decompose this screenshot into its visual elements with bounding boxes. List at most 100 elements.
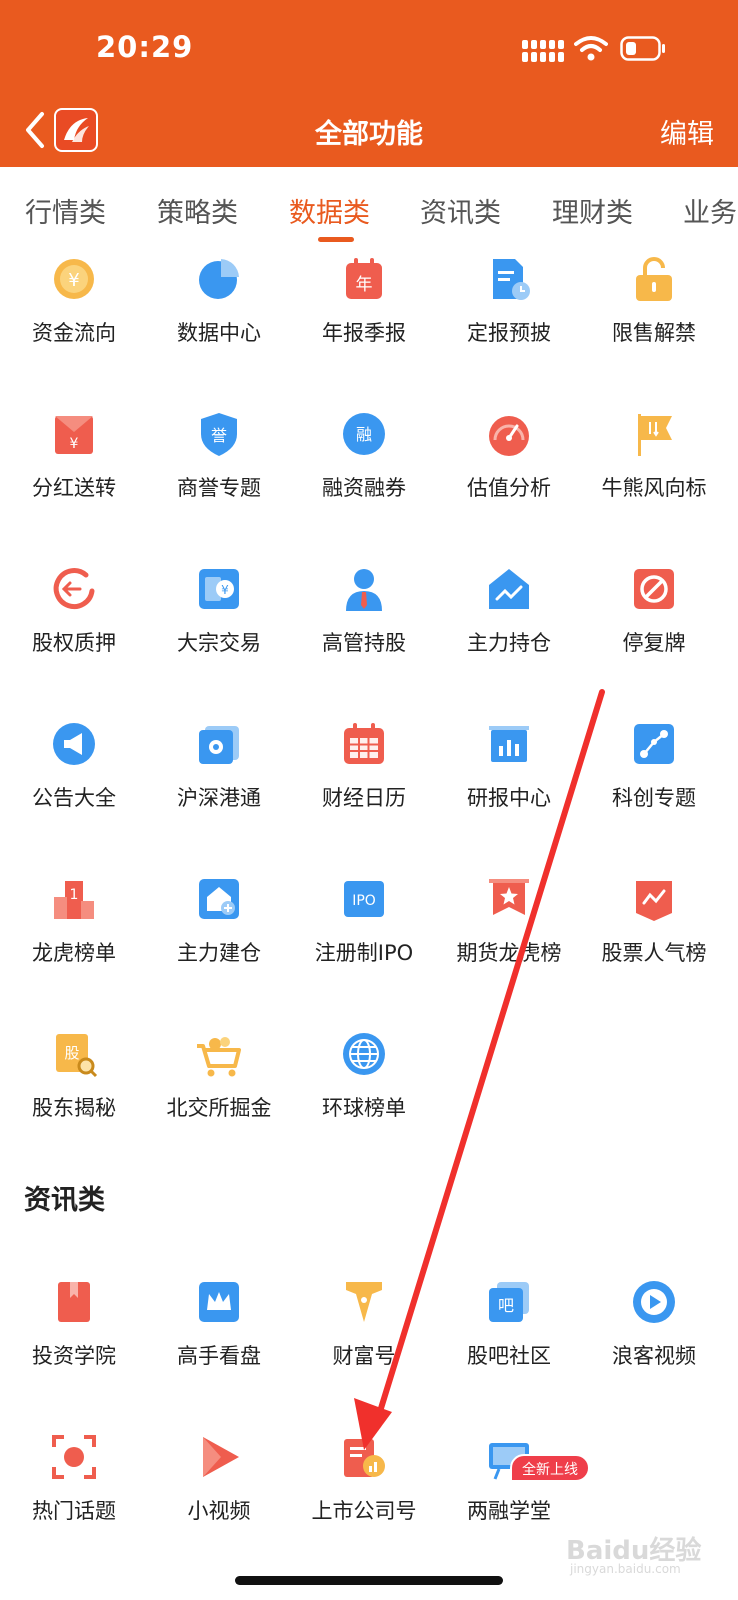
megaphone-icon: [53, 723, 95, 765]
tab-business[interactable]: 业务: [683, 191, 737, 230]
svg-text:IPO: IPO: [352, 893, 376, 909]
grid-item-label: 财富号: [332, 1344, 396, 1368]
category-tabs: 行情类 策略类 数据类 资讯类 理财类 业务: [0, 167, 738, 247]
grid-item-star-market[interactable]: 科创专题: [580, 720, 728, 860]
grid-item-data-center[interactable]: 数据中心: [145, 255, 293, 395]
grid-item-block-trade[interactable]: ¥ 大宗交易: [145, 565, 293, 705]
grid-item-label: 期货龙虎榜: [456, 941, 562, 965]
grid-item-label: 研报中心: [467, 786, 551, 810]
grid-item-financial-calendar[interactable]: 财经日历: [290, 720, 438, 860]
cellular-signal-icon: [522, 40, 564, 62]
grid-item-executive-holdings[interactable]: 高管持股: [290, 565, 438, 705]
tab-market[interactable]: 行情类: [25, 191, 106, 230]
grid-item-stock-connect[interactable]: 沪深港通: [145, 720, 293, 860]
grid-item-label: 两融学堂: [467, 1499, 551, 1523]
grid-item-label: 上市公司号: [311, 1499, 417, 1523]
grid-item-short-video[interactable]: 小视频: [145, 1433, 293, 1573]
grid-item-label: 融资融券: [322, 476, 406, 500]
tab-news[interactable]: 资讯类: [420, 191, 501, 230]
grid-item-shareholders[interactable]: 股 股东揭秘: [0, 1030, 148, 1170]
grid-item-label: 龙虎榜单: [32, 941, 116, 965]
grid-item-main-holdings[interactable]: 主力持仓: [435, 565, 583, 705]
grid-item-wealth-account[interactable]: 财富号: [290, 1278, 438, 1418]
play-circle-icon: [633, 1281, 675, 1323]
grid-item-stock-forum[interactable]: 吧 股吧社区: [435, 1278, 583, 1418]
home-indicator[interactable]: [235, 1576, 503, 1585]
grid-item-bull-bear[interactable]: 牛熊风向标: [580, 410, 728, 550]
ipo-icon: IPO: [344, 881, 384, 917]
grid-item-dividend[interactable]: ¥ 分红送转: [0, 410, 148, 550]
network-icon: [634, 724, 674, 764]
grid-item-label: 大宗交易: [177, 631, 261, 655]
grid-item-label: 高手看盘: [177, 1344, 261, 1368]
grid-item-label: 热门话题: [32, 1499, 116, 1523]
edit-button[interactable]: 编辑: [660, 112, 714, 151]
tab-strategy[interactable]: 策略类: [157, 191, 238, 230]
tab-finance[interactable]: 理财类: [552, 191, 633, 230]
flag-icon: [638, 414, 672, 456]
svg-text:融: 融: [356, 425, 372, 444]
grid-item-global-ranking[interactable]: 环球榜单: [290, 1030, 438, 1170]
baidu-watermark: Baidu经验 jingyan.baidu.com: [566, 1530, 726, 1580]
grid-item-label: 公告大全: [32, 786, 116, 810]
pledge-cycle-icon: [53, 568, 95, 610]
grid-item-label: 分红送转: [32, 476, 116, 500]
house-plus-icon: [199, 879, 239, 919]
crown-icon: [199, 1282, 239, 1322]
grid-item-research-reports[interactable]: 研报中心: [435, 720, 583, 860]
grid-item-expert-view[interactable]: 高手看盘: [145, 1278, 293, 1418]
grid-item-goodwill[interactable]: 誉 商誉专题: [145, 410, 293, 550]
grid-item-popularity[interactable]: 股票人气榜: [580, 875, 728, 1015]
grid-item-label: 投资学院: [32, 1344, 116, 1368]
grid-item-valuation[interactable]: 估值分析: [435, 410, 583, 550]
forum-icon: 吧: [489, 1282, 529, 1322]
grid-item-label: 小视频: [187, 1499, 251, 1523]
svg-text:¥: ¥: [68, 270, 79, 291]
grid-item-label: 牛熊风向标: [601, 476, 707, 500]
star-banner-icon: [489, 879, 529, 915]
grid-item-dragon-tiger[interactable]: 1 龙虎榜单: [0, 875, 148, 1015]
svg-text:吧: 吧: [498, 1296, 514, 1315]
grid-item-listed-company[interactable]: 上市公司号: [290, 1433, 438, 1573]
hk-flag-icon: [199, 726, 239, 764]
tab-data[interactable]: 数据类: [289, 191, 370, 230]
grid-item-label: 主力建仓: [177, 941, 261, 965]
grid-item-langke-video[interactable]: 浪客视频: [580, 1278, 728, 1418]
watermark-url: jingyan.baidu.com: [570, 1562, 681, 1576]
grid-item-report-preview[interactable]: 定报预披: [435, 255, 583, 395]
grid-item-label: 年报季报: [322, 321, 406, 345]
grid-item-equity-pledge[interactable]: 股权质押: [0, 565, 148, 705]
focus-icon: [52, 1435, 96, 1479]
grid-item-label: 资金流向: [32, 321, 116, 345]
grid-item-label: 股权质押: [32, 631, 116, 655]
grid-item-main-buildup[interactable]: 主力建仓: [145, 875, 293, 1015]
grid-item-investment-academy[interactable]: 投资学院: [0, 1278, 148, 1418]
grid-item-announcements[interactable]: 公告大全: [0, 720, 148, 860]
svg-text:¥: ¥: [221, 583, 229, 597]
grid-item-futures-ranking[interactable]: 期货龙虎榜: [435, 875, 583, 1015]
grid-item-hot-topics[interactable]: 热门话题: [0, 1433, 148, 1573]
grid-item-suspension[interactable]: 停复牌: [580, 565, 728, 705]
grid-item-label: 北交所掘金: [166, 1096, 272, 1120]
circle-badge-icon: 融: [343, 413, 385, 455]
stop-icon: [634, 569, 674, 609]
executive-icon: [346, 569, 382, 611]
red-envelope-icon: ¥: [55, 416, 93, 454]
grid-item-fund-flow[interactable]: ¥ 资金流向: [0, 255, 148, 395]
grid-item-lockup-release[interactable]: 限售解禁: [580, 255, 728, 395]
grid-item-label: 浪客视频: [612, 1344, 696, 1368]
podium-icon: 1: [54, 881, 94, 919]
grid-item-ipo[interactable]: IPO 注册制IPO: [290, 875, 438, 1015]
grid-item-label: 股票人气榜: [601, 941, 707, 965]
svg-text:股: 股: [64, 1044, 79, 1062]
grid-item-label: 环球榜单: [322, 1096, 406, 1120]
svg-text:1: 1: [70, 887, 79, 903]
globe-icon: [343, 1033, 385, 1075]
grid-item-label: 高管持股: [322, 631, 406, 655]
shareholder-icon: 股: [56, 1034, 98, 1078]
page-title: 全部功能: [315, 119, 423, 150]
grid-item-margin[interactable]: 融 融资融券: [290, 410, 438, 550]
grid-item-bse-gold[interactable]: 北交所掘金: [145, 1030, 293, 1170]
grid-item-annual-report[interactable]: 年 年报季报: [290, 255, 438, 395]
grid-item-label: 股吧社区: [467, 1344, 551, 1368]
